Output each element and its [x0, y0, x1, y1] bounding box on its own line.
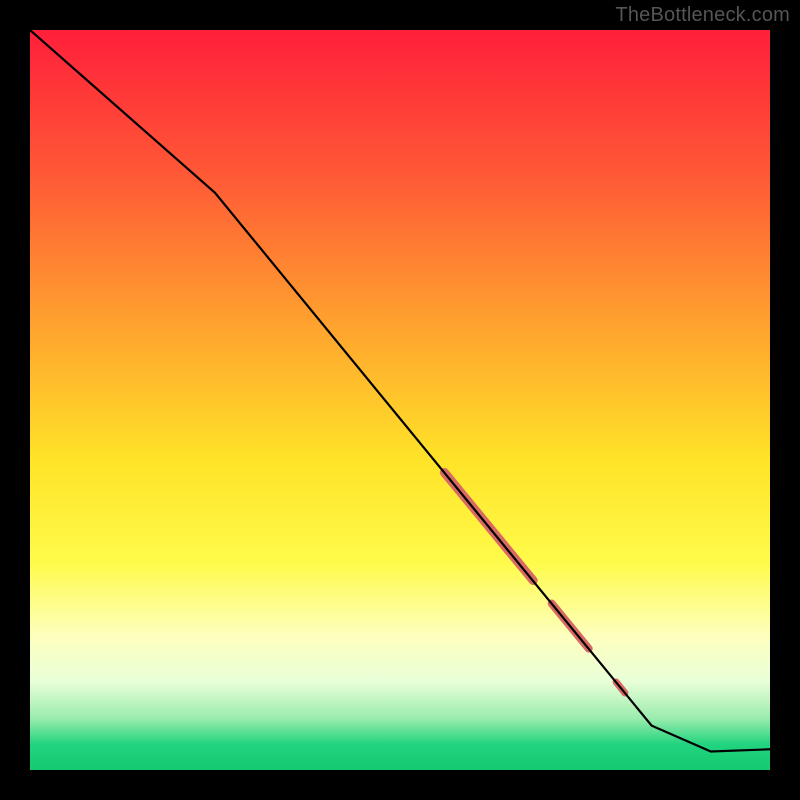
chart-frame: TheBottleneck.com: [0, 0, 800, 800]
gradient-background: [30, 30, 770, 770]
chart-svg: [30, 30, 770, 770]
watermark-text: TheBottleneck.com: [615, 4, 790, 27]
plot-area: [30, 30, 770, 770]
